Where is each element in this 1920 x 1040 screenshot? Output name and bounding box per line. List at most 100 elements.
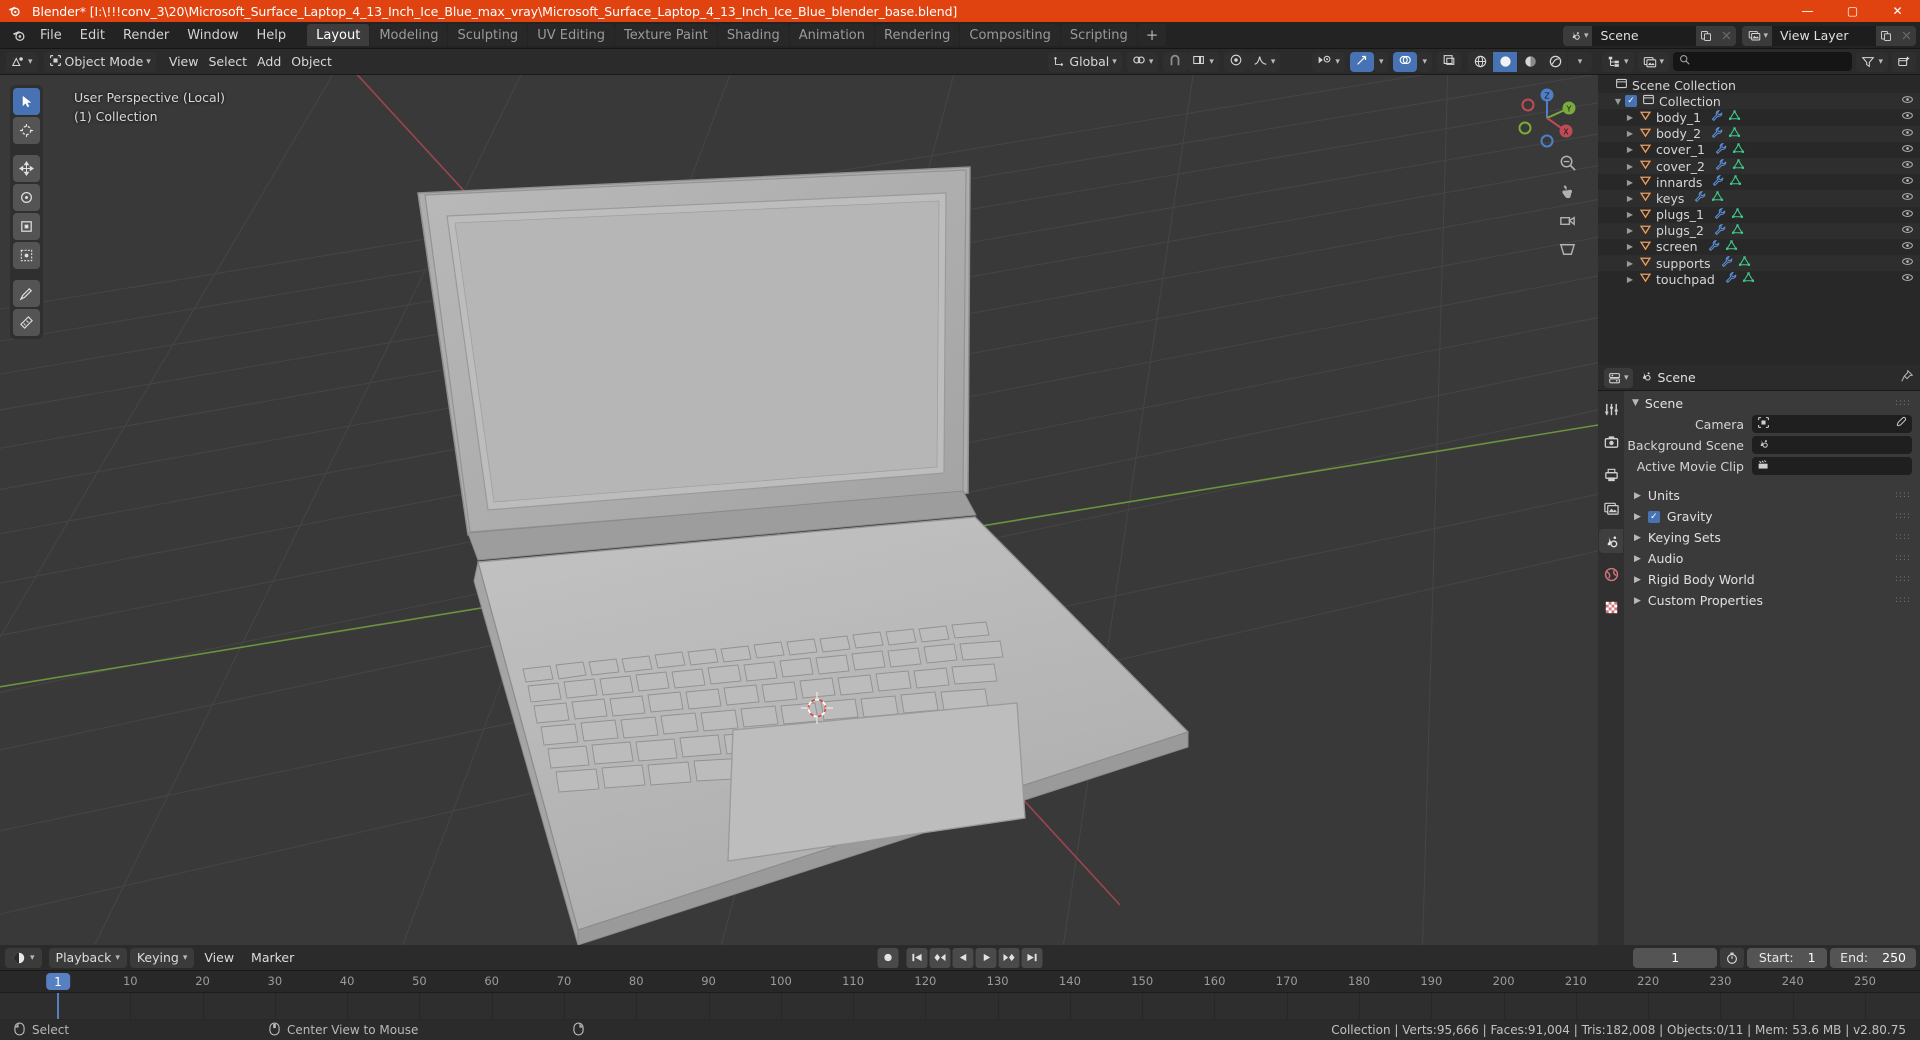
overlays-toggle-button[interactable] bbox=[1393, 51, 1418, 72]
play-button[interactable] bbox=[975, 947, 997, 968]
view-layer-name[interactable]: View Layer bbox=[1772, 25, 1876, 46]
modifier-icon[interactable] bbox=[1713, 207, 1726, 223]
zoom-nav-icon[interactable] bbox=[1554, 149, 1580, 175]
snap-target-selector[interactable]: ▾ bbox=[1187, 51, 1219, 72]
modifier-icon[interactable] bbox=[1724, 271, 1737, 287]
maximize-button[interactable]: ▢ bbox=[1830, 0, 1875, 22]
mesh-data-icon[interactable] bbox=[1738, 255, 1751, 271]
scene-icon[interactable]: ▾ bbox=[1562, 25, 1593, 46]
move-tool[interactable] bbox=[13, 155, 40, 182]
frame-start-field[interactable]: Start: 1 bbox=[1747, 947, 1828, 968]
scene-selector[interactable]: ▾ Scene bbox=[1562, 25, 1737, 46]
outliner-editor[interactable]: ▾ ▾ ▾ Scene Collection ▼ ✓ Collection ▶ … bbox=[1598, 49, 1920, 365]
solid-shading-button[interactable] bbox=[1493, 51, 1517, 72]
blender-menu-icon[interactable] bbox=[5, 28, 31, 43]
menu-window[interactable]: Window bbox=[178, 26, 247, 45]
shading-options-dropdown[interactable]: ▾ bbox=[1568, 51, 1592, 72]
object-visibility-eye-icon[interactable] bbox=[1901, 142, 1914, 158]
eyedropper-icon[interactable] bbox=[1894, 416, 1907, 433]
properties-section-header[interactable]: ▶ Rigid Body World:::: bbox=[1624, 569, 1920, 590]
modifier-icon[interactable] bbox=[1693, 190, 1706, 206]
modifier-icon[interactable] bbox=[1714, 142, 1727, 158]
modifier-icon[interactable] bbox=[1714, 158, 1727, 174]
disclosure-triangle-icon[interactable]: ▶ bbox=[1634, 554, 1641, 564]
disclosure-triangle-icon[interactable]: ▶ bbox=[1624, 210, 1636, 219]
transform-tool[interactable] bbox=[13, 242, 40, 269]
modifier-icon[interactable] bbox=[1710, 109, 1723, 125]
timeline-menu-view[interactable]: View bbox=[197, 948, 241, 968]
tab-modeling[interactable]: Modeling bbox=[370, 24, 448, 46]
pin-icon[interactable] bbox=[1900, 369, 1914, 387]
viewport-menu-select[interactable]: Select bbox=[203, 52, 252, 72]
jump-to-end-button[interactable] bbox=[1021, 947, 1043, 968]
pivot-point-selector[interactable]: ▾ bbox=[1126, 51, 1159, 72]
object-visibility-eye-icon[interactable] bbox=[1901, 255, 1914, 271]
outliner-filter-button[interactable]: ▾ bbox=[1856, 51, 1888, 72]
world-tab[interactable] bbox=[1599, 562, 1623, 586]
disclosure-triangle-icon[interactable]: ▶ bbox=[1624, 145, 1636, 154]
tool-tab[interactable] bbox=[1599, 397, 1623, 421]
render-tab[interactable] bbox=[1599, 430, 1623, 454]
navigation-gizmo[interactable]: Z Y X bbox=[1514, 85, 1580, 155]
outliner-row-object[interactable]: ▶ keys bbox=[1598, 190, 1920, 207]
collection-visibility-eye-icon[interactable] bbox=[1901, 93, 1914, 109]
object-visibility-eye-icon[interactable] bbox=[1901, 239, 1914, 255]
timeline-track[interactable] bbox=[0, 993, 1920, 1019]
menu-edit[interactable]: Edit bbox=[71, 26, 114, 45]
object-visibility-eye-icon[interactable] bbox=[1901, 158, 1914, 174]
add-workspace-button[interactable]: + bbox=[1137, 24, 1167, 46]
disclosure-triangle-icon[interactable]: ▶ bbox=[1634, 491, 1641, 501]
modifier-icon[interactable] bbox=[1710, 126, 1723, 142]
outliner-row-object[interactable]: ▶ supports bbox=[1598, 255, 1920, 272]
mesh-data-icon[interactable] bbox=[1728, 109, 1741, 125]
properties-section-header[interactable]: ▶ Units:::: bbox=[1624, 485, 1920, 506]
timeline-editor-icon[interactable]: ▾ bbox=[5, 947, 42, 968]
record-keyframes-button[interactable] bbox=[877, 947, 899, 968]
disclosure-triangle-icon[interactable]: ▶ bbox=[1624, 226, 1636, 235]
view-layer-selector[interactable]: ▾ View Layer bbox=[1742, 25, 1916, 46]
scale-tool[interactable] bbox=[13, 213, 40, 240]
disclosure-triangle-icon[interactable]: ▶ bbox=[1634, 596, 1641, 606]
menu-file[interactable]: File bbox=[31, 26, 71, 45]
mesh-data-icon[interactable] bbox=[1725, 239, 1738, 255]
outliner-row-object[interactable]: ▶ body_2 bbox=[1598, 125, 1920, 142]
disclosure-triangle-icon[interactable]: ▼ bbox=[1632, 398, 1639, 408]
tab-layout[interactable]: Layout bbox=[307, 24, 370, 46]
rotate-tool[interactable] bbox=[13, 184, 40, 211]
gizmo-toggle-button[interactable] bbox=[1349, 51, 1374, 72]
disclosure-triangle-icon[interactable]: ▶ bbox=[1624, 242, 1636, 251]
object-visibility-selector[interactable]: ▾ bbox=[1312, 51, 1345, 72]
snap-toggle-button[interactable] bbox=[1163, 51, 1188, 72]
scene-name[interactable]: Scene bbox=[1592, 25, 1697, 46]
disclosure-triangle-icon[interactable]: ▶ bbox=[1624, 194, 1636, 203]
collection-checkbox[interactable]: ✓ bbox=[1625, 95, 1637, 108]
xray-toggle-button[interactable] bbox=[1437, 51, 1461, 72]
mesh-data-icon[interactable] bbox=[1729, 174, 1742, 190]
background-scene-field[interactable] bbox=[1752, 436, 1912, 454]
jump-to-start-button[interactable] bbox=[906, 947, 928, 968]
tweak-select-box-tool[interactable] bbox=[13, 88, 40, 115]
tab-scripting[interactable]: Scripting bbox=[1060, 24, 1137, 46]
object-visibility-eye-icon[interactable] bbox=[1901, 207, 1914, 223]
outliner-display-mode-icon[interactable]: ▾ bbox=[1602, 51, 1634, 72]
object-visibility-eye-icon[interactable] bbox=[1901, 190, 1914, 206]
camera-nav-icon[interactable] bbox=[1554, 207, 1580, 233]
scene-tab[interactable] bbox=[1599, 529, 1623, 553]
properties-section-header[interactable]: ▶ Keying Sets:::: bbox=[1624, 527, 1920, 548]
perspective-nav-icon[interactable] bbox=[1554, 236, 1580, 262]
outliner-search-input[interactable] bbox=[1695, 54, 1847, 69]
outliner-row-object[interactable]: ▶ touchpad bbox=[1598, 271, 1920, 287]
tab-uv-editing[interactable]: UV Editing bbox=[528, 24, 615, 46]
close-button[interactable]: ✕ bbox=[1875, 0, 1920, 22]
properties-editor[interactable]: ▾ Scene ▼ Scene:::: Camera Background S… bbox=[1598, 365, 1920, 945]
outliner-row-object[interactable]: ▶ plugs_2 bbox=[1598, 222, 1920, 239]
frame-end-field[interactable]: End: 250 bbox=[1830, 947, 1916, 968]
tab-animation[interactable]: Animation bbox=[789, 24, 874, 46]
properties-section-header[interactable]: ▶ Custom Properties:::: bbox=[1624, 590, 1920, 611]
view-layer-icon[interactable]: ▾ bbox=[1742, 25, 1772, 46]
active-movie-clip-field[interactable] bbox=[1752, 457, 1912, 475]
overlays-options-dropdown[interactable]: ▾ bbox=[1417, 51, 1432, 72]
wireframe-shading-button[interactable] bbox=[1468, 51, 1492, 72]
disclosure-triangle-icon[interactable]: ▶ bbox=[1624, 129, 1636, 138]
disclosure-triangle-icon[interactable]: ▶ bbox=[1624, 162, 1636, 171]
